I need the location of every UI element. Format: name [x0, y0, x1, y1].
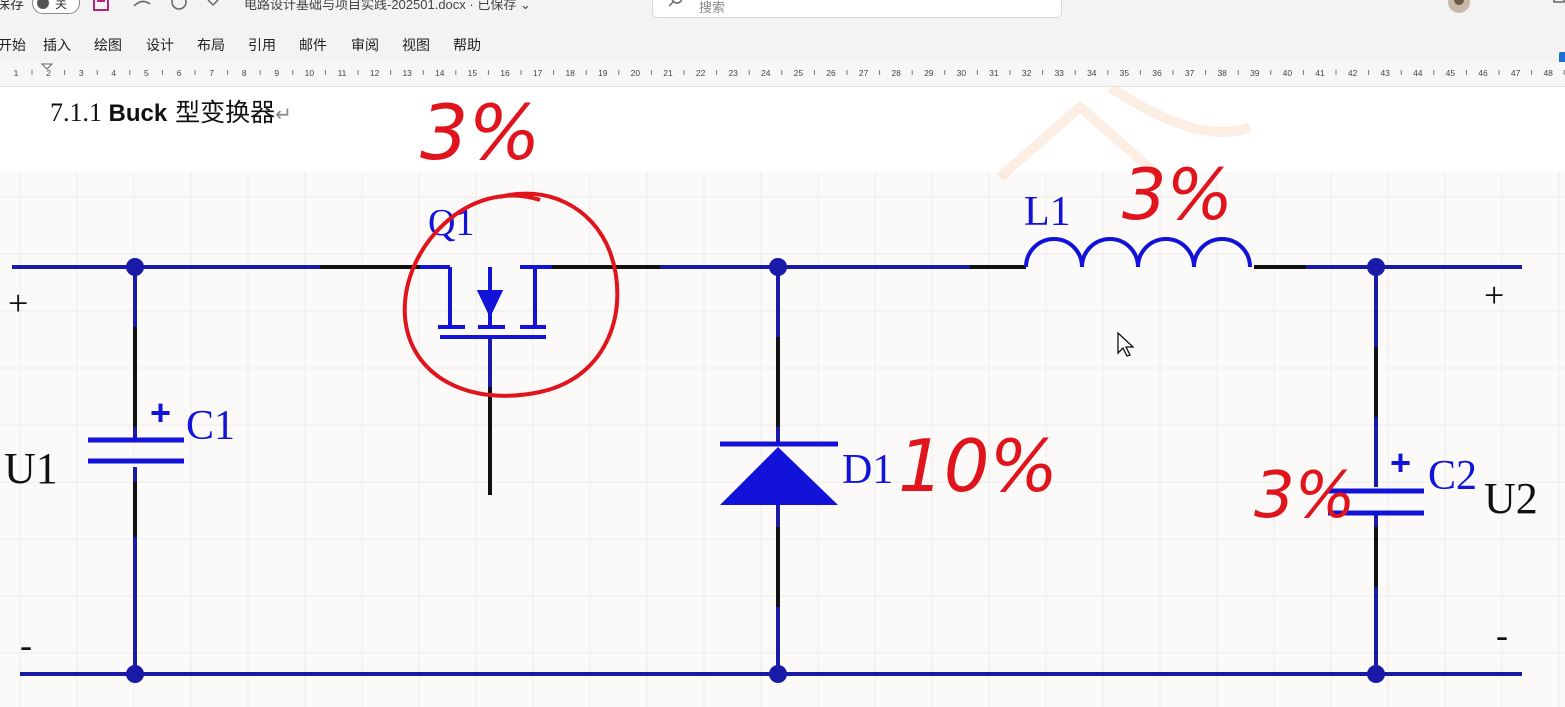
ruler-number: 42 — [1348, 68, 1358, 78]
ruler-number: 12 — [370, 68, 380, 78]
ruler-number: 37 — [1185, 68, 1195, 78]
label-d1: D1 — [842, 447, 893, 493]
heading-text: 型变换器 — [167, 98, 275, 127]
ruler-number: 20 — [631, 68, 641, 78]
undo-icon[interactable] — [130, 0, 154, 12]
annotation-d1: 10% — [898, 424, 1058, 508]
ruler-number: 43 — [1380, 68, 1390, 78]
ruler-number: 24 — [761, 68, 771, 78]
user-avatar[interactable] — [1444, 0, 1474, 18]
ruler-number: 3 — [79, 68, 84, 78]
menu-tab-mailings[interactable]: 邮件 — [299, 35, 327, 55]
label-c1-plus: + — [150, 392, 171, 433]
ruler-number: 5 — [144, 68, 149, 78]
ruler-number: 10 — [305, 68, 315, 78]
menu-tab-review[interactable]: 审阅 — [351, 35, 379, 55]
document-title[interactable]: 电路设计基础与项目实践-202501.docx · 已保存 ⌄ — [244, 0, 531, 13]
ruler-number: 17 — [533, 68, 543, 78]
ruler-number: 8 — [242, 68, 247, 78]
label-u1: U1 — [4, 444, 58, 493]
minimize-icon[interactable] — [1500, 0, 1520, 12]
ruler-number: 4 — [111, 68, 116, 78]
autosave-label: 保存 — [0, 0, 24, 14]
document-page[interactable]: Q1 L1 C1 C2 D1 + + U1 U2 + + - - 3% 3% 1… — [0, 87, 1565, 707]
label-l1: L1 — [1024, 189, 1071, 235]
ruler-number: 14 — [435, 68, 445, 78]
ruler-number: 23 — [728, 68, 738, 78]
label-input-minus: - — [20, 625, 32, 665]
ruler-number: 30 — [957, 68, 967, 78]
ruler-number: 38 — [1217, 68, 1227, 78]
heading-number: 7.1.1 — [50, 98, 109, 127]
ruler-number: 18 — [565, 68, 575, 78]
ruler-number: 29 — [924, 68, 934, 78]
horizontal-ruler[interactable]: 1234567891011121314151617181920212223242… — [0, 62, 1565, 87]
menu-tab-home[interactable]: 开始 — [0, 35, 26, 55]
search-box[interactable]: 搜索 — [652, 0, 1062, 18]
ruler-number: 40 — [1283, 68, 1293, 78]
menu-tab-references[interactable]: 引用 — [248, 35, 276, 55]
ruler-number: 13 — [402, 68, 412, 78]
ruler-number: 36 — [1152, 68, 1162, 78]
ruler-number: 27 — [859, 68, 869, 78]
redo-icon[interactable] — [170, 0, 190, 12]
search-icon — [669, 0, 685, 11]
ruler-number: 22 — [696, 68, 706, 78]
menu-tab-draw[interactable]: 绘图 — [94, 35, 122, 55]
paragraph-mark-icon: ↵ — [275, 104, 292, 126]
section-heading: 7.1.1 Buck 型变换器↵ — [50, 93, 292, 129]
ruler-number: 31 — [989, 68, 999, 78]
ruler-scale: 1234567891011121314151617181920212223242… — [0, 62, 1565, 86]
autosave-toggle[interactable]: 关 — [32, 0, 80, 14]
circuit-diagram: Q1 L1 C1 C2 D1 + + U1 U2 + + - - 3% 3% 1… — [0, 87, 1565, 707]
menu-tab-view[interactable]: 视图 — [402, 35, 430, 55]
annotation-l1: 3% — [1122, 154, 1233, 236]
ruler-number: 45 — [1446, 68, 1456, 78]
ruler-number: 7 — [209, 68, 214, 78]
ruler-number: 48 — [1543, 68, 1553, 78]
ruler-number: 16 — [500, 68, 510, 78]
quick-access-dropdown-icon[interactable] — [205, 0, 221, 12]
ruler-number: 9 — [274, 68, 279, 78]
ruler-number: 21 — [663, 68, 673, 78]
ruler-number: 41 — [1315, 68, 1325, 78]
ruler-number: 33 — [1054, 68, 1064, 78]
label-c1: C1 — [186, 403, 235, 449]
ruler-number: 46 — [1478, 68, 1488, 78]
ruler-number: 47 — [1511, 68, 1521, 78]
title-bar: 保存 关 电路设计基础与项目实践-202501.docx · 已保存 ⌄ 搜索 — [0, 0, 1565, 22]
ruler-number: 35 — [1120, 68, 1130, 78]
menu-tab-help[interactable]: 帮助 — [453, 35, 481, 55]
toggle-knob-icon — [37, 0, 49, 9]
ruler-number: 19 — [598, 68, 608, 78]
annotation-q1: 3% — [420, 88, 541, 177]
ruler-number: 25 — [794, 68, 804, 78]
menu-tab-insert[interactable]: 插入 — [43, 35, 71, 55]
ruler-number: 1 — [14, 68, 19, 78]
search-placeholder: 搜索 — [699, 0, 725, 16]
label-output-minus: - — [1496, 615, 1508, 655]
ribbon-menu-bar: 开始 插入 绘图 设计 布局 引用 邮件 审阅 视图 帮助 — [0, 22, 1565, 62]
label-c2: C2 — [1428, 453, 1477, 499]
ruler-number: 28 — [891, 68, 901, 78]
menu-tab-design[interactable]: 设计 — [146, 35, 174, 55]
ruler-number: 44 — [1413, 68, 1423, 78]
label-output-plus: + — [1484, 275, 1504, 315]
annotation-c2: 3% — [1254, 459, 1356, 533]
label-u2: U2 — [1484, 474, 1538, 523]
heading-bold: Buck — [109, 100, 168, 127]
ruler-number: 11 — [338, 68, 347, 78]
label-c2-plus: + — [1390, 442, 1411, 483]
ruler-number: 26 — [826, 68, 836, 78]
ruler-number: 15 — [468, 68, 478, 78]
ruler-number: 34 — [1087, 68, 1097, 78]
ruler-number: 39 — [1250, 68, 1260, 78]
maximize-icon[interactable] — [1551, 0, 1565, 12]
save-icon[interactable] — [92, 0, 112, 12]
ruler-number: 32 — [1022, 68, 1032, 78]
label-input-plus: + — [8, 283, 28, 323]
ruler-number: 6 — [177, 68, 182, 78]
menu-tab-layout[interactable]: 布局 — [197, 35, 225, 55]
autosave-state: 关 — [55, 0, 67, 12]
